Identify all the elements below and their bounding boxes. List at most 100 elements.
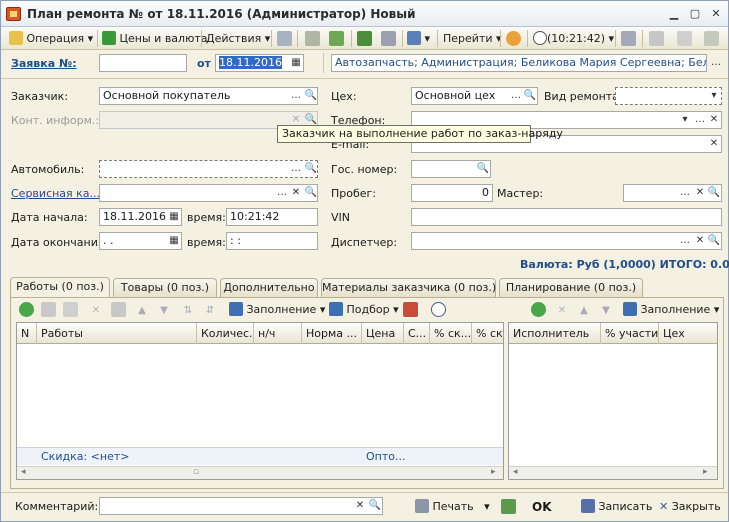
chevron-down-icon[interactable]: ▾ <box>678 112 692 128</box>
car-input[interactable] <box>99 160 318 178</box>
column-executor[interactable]: Исполнитель <box>509 323 601 344</box>
prices-currency-button[interactable]: Цены и валюта <box>102 30 208 47</box>
mileage-input[interactable]: 0 <box>411 184 493 202</box>
actions-menu[interactable]: Действия ▾ <box>206 30 270 47</box>
order-number-label[interactable]: Заявка №: <box>11 57 77 70</box>
hierarchy-icon[interactable] <box>621 31 636 46</box>
order-number-input[interactable] <box>99 54 187 72</box>
column-quantity[interactable]: Количес... <box>197 323 254 344</box>
close-window-button[interactable]: ✕ <box>708 6 724 21</box>
chevron-down-icon[interactable]: ▾ <box>707 88 721 104</box>
title-bar: План ремонта № от 18.11.2016 (Администра… <box>1 1 728 27</box>
search-icon[interactable]: 🔍 <box>304 161 318 177</box>
clock-icon[interactable] <box>431 302 446 317</box>
wholesale-label[interactable]: Опто... <box>366 450 405 463</box>
select-button[interactable]: … <box>678 185 692 201</box>
calendar-icon[interactable]: ▦ <box>167 233 181 249</box>
add-executor-icon[interactable] <box>531 302 546 317</box>
select-button[interactable]: … <box>289 88 303 104</box>
select-button[interactable]: … <box>678 233 692 249</box>
scroll-right-icon[interactable]: ▸ <box>703 467 708 477</box>
check-icon[interactable] <box>501 499 516 514</box>
print-button[interactable]: Печать ▾ <box>415 498 490 516</box>
end-time-input[interactable]: : : <box>226 232 318 250</box>
more-icon[interactable]: … <box>709 55 723 71</box>
add-row-icon[interactable] <box>403 302 418 317</box>
column-n[interactable]: N <box>17 323 37 344</box>
select-button[interactable]: … <box>275 185 289 201</box>
column-sum[interactable]: С... <box>404 323 430 344</box>
vin-input[interactable] <box>411 208 722 226</box>
table-icon[interactable] <box>649 31 664 46</box>
scroll-thumb[interactable]: ▫ <box>193 467 199 477</box>
executors-table[interactable]: Исполнитель % участия Цех ◂ ▸ <box>508 322 718 480</box>
select-button[interactable]: … <box>289 161 303 177</box>
add-icon[interactable] <box>19 302 34 317</box>
dispatcher-input[interactable] <box>411 232 722 250</box>
clear-icon[interactable]: ✕ <box>707 136 721 152</box>
search-icon[interactable]: 🔍 <box>523 88 537 104</box>
discount-label[interactable]: Скидка: <нет> <box>41 450 129 463</box>
clear-icon[interactable]: ✕ <box>707 112 721 128</box>
clear-icon[interactable]: ✕ <box>693 185 707 201</box>
search-icon[interactable]: 🔍 <box>707 185 721 201</box>
operation-menu[interactable]: Операция ▾ <box>9 30 93 47</box>
close-button[interactable]: ✕ Закрыть <box>659 498 721 516</box>
excel-icon[interactable] <box>704 31 719 46</box>
refresh-icon[interactable] <box>329 31 344 46</box>
currency-total-label[interactable]: Валюта: Руб (1,0000) ИТОГО: 0.00 <box>520 258 729 271</box>
goto-menu[interactable]: Перейти ▾ <box>443 30 502 47</box>
save-button[interactable]: Записать <box>581 498 652 516</box>
horizontal-scrollbar[interactable]: ◂ ▸ <box>509 466 717 479</box>
horizontal-scrollbar[interactable]: ◂ ▫ ▸ <box>17 466 503 479</box>
scroll-left-icon[interactable]: ◂ <box>513 467 518 477</box>
select-button[interactable]: … <box>509 88 523 104</box>
executors-fill-menu[interactable]: Заполнение ▾ <box>623 301 719 318</box>
maximize-button[interactable]: ▢ <box>687 6 703 21</box>
organization-info-field[interactable]: Автозапчасть; Администрация; Беликова Ма… <box>331 54 707 72</box>
tab-works[interactable]: Работы (0 поз.) <box>10 277 110 297</box>
column-discount-percent-2[interactable]: % ски <box>472 323 503 344</box>
search-icon[interactable]: 🔍 <box>304 185 318 201</box>
ok-button[interactable]: OK <box>532 498 552 516</box>
help-icon[interactable] <box>506 31 521 46</box>
select-menu[interactable]: Подбор ▾ <box>329 301 399 318</box>
minimize-button[interactable]: ▁ <box>666 6 682 21</box>
scroll-right-icon[interactable]: ▸ <box>491 467 496 477</box>
tab-customer-materials[interactable]: Материалы заказчика (0 поз.) <box>321 278 496 297</box>
column-works[interactable]: Работы <box>37 323 197 344</box>
search-icon[interactable]: 🔍 <box>304 88 318 104</box>
tab-planning[interactable]: Планирование (0 поз.) <box>499 278 643 297</box>
tab-additional[interactable]: Дополнительно <box>220 278 318 297</box>
list-icon[interactable] <box>277 31 292 46</box>
search-icon[interactable]: 🔍 <box>476 161 490 177</box>
column-price[interactable]: Цена <box>362 323 404 344</box>
time-button[interactable]: (10:21:42) ▾ <box>533 30 614 47</box>
column-shop[interactable]: Цех <box>659 323 717 344</box>
column-participation[interactable]: % участия <box>601 323 659 344</box>
comment-input[interactable] <box>99 497 383 515</box>
copy-icon[interactable] <box>305 31 320 46</box>
repair-type-select[interactable] <box>615 87 722 105</box>
calendar-icon[interactable]: ▦ <box>167 209 181 225</box>
clear-icon[interactable]: ✕ <box>353 498 367 514</box>
select-button[interactable]: … <box>693 112 707 128</box>
fill-menu[interactable]: Заполнение ▾ <box>229 301 325 318</box>
start-time-input[interactable]: 10:21:42 <box>226 208 318 226</box>
based-on-button[interactable]: ▾ <box>407 30 430 47</box>
column-discount-percent[interactable]: % ск... <box>430 323 472 344</box>
customer-input[interactable]: Основной покупатель <box>99 87 318 105</box>
column-norm-hours[interactable]: н/ч <box>254 323 302 344</box>
column-norm[interactable]: Норма ... <box>302 323 362 344</box>
structure-icon[interactable] <box>381 31 396 46</box>
clear-icon[interactable]: ✕ <box>693 233 707 249</box>
search-icon[interactable]: 🔍 <box>707 233 721 249</box>
search-icon[interactable]: 🔍 <box>368 498 382 514</box>
scroll-left-icon[interactable]: ◂ <box>21 467 26 477</box>
clear-icon[interactable]: ✕ <box>289 185 303 201</box>
service-card-label[interactable]: Сервисная ка... <box>11 187 100 200</box>
tab-goods[interactable]: Товары (0 поз.) <box>113 278 217 297</box>
post-icon[interactable] <box>357 31 372 46</box>
works-table[interactable]: N Работы Количес... н/ч Норма ... Цена С… <box>16 322 504 480</box>
calendar-icon[interactable]: ▦ <box>289 55 303 71</box>
